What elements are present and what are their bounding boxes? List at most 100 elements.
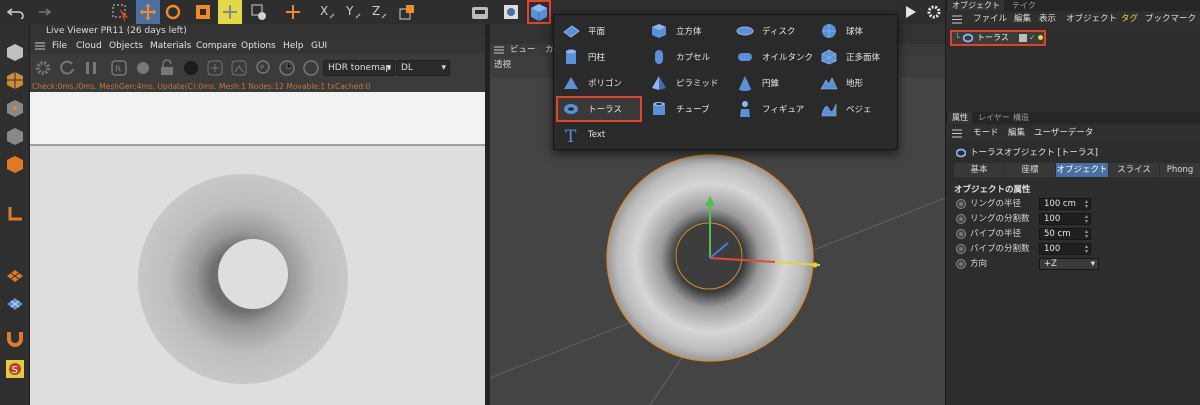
pipe-segments-field[interactable]: 100 ▴ ▾ xyxy=(1039,243,1091,255)
orientation-select[interactable]: +Z ▾ xyxy=(1039,258,1099,270)
om-menu-tags[interactable]: タグ xyxy=(1121,12,1138,27)
live-viewer-canvas[interactable] xyxy=(30,92,485,405)
om-menu-object[interactable]: オブジェクト xyxy=(1066,12,1117,27)
menu-item-tube[interactable]: チューブ xyxy=(644,96,728,122)
menu-gui[interactable]: GUI xyxy=(311,38,327,54)
am-menu-edit[interactable]: 編集 xyxy=(1008,126,1025,141)
edge-mode-icon[interactable] xyxy=(3,124,27,148)
point-mode-icon[interactable] xyxy=(3,96,27,120)
z-axis-lock-icon[interactable]: Z xyxy=(368,0,392,24)
texture-icon[interactable] xyxy=(230,59,248,77)
subtab-object[interactable]: オブジェクト xyxy=(1056,163,1108,177)
tab-takes[interactable]: テイク xyxy=(1008,0,1040,11)
lock-icon[interactable] xyxy=(158,59,176,77)
checkmark-icon[interactable]: ✓ xyxy=(1029,31,1036,45)
menu-item-capsule[interactable]: カプセル xyxy=(644,44,728,70)
tab-attributes[interactable]: 属性 xyxy=(948,112,972,124)
tab-objects[interactable]: オブジェクト xyxy=(948,0,1004,11)
menu-item-polygon[interactable]: ポリゴン xyxy=(556,70,640,96)
visibility-dot-icon[interactable] xyxy=(1038,35,1043,40)
hamburger-icon[interactable] xyxy=(494,46,504,54)
animate-dot-icon[interactable] xyxy=(956,259,966,269)
tab-layers[interactable]: レイヤー xyxy=(974,112,1014,124)
menu-item-torus[interactable]: トーラス xyxy=(556,96,642,122)
cube-object-icon[interactable] xyxy=(527,0,551,24)
make-editable-icon[interactable] xyxy=(3,40,27,64)
menu-item-bezier[interactable]: ベジェ xyxy=(814,96,896,122)
render-view-icon[interactable] xyxy=(499,0,523,24)
grid-snap-icon[interactable] xyxy=(3,262,27,286)
sun-icon[interactable] xyxy=(134,59,152,77)
move-icon[interactable] xyxy=(136,0,160,24)
ring-radius-field[interactable]: 100 cm ▴ ▾ xyxy=(1039,198,1091,210)
subtab-basic[interactable]: 基本 xyxy=(954,163,1004,177)
menu-materials[interactable]: Materials xyxy=(150,38,191,54)
settings-gear-icon[interactable] xyxy=(34,59,52,77)
add-icon[interactable] xyxy=(206,59,224,77)
menu-help[interactable]: Help xyxy=(283,38,304,54)
render-icon[interactable] xyxy=(898,0,922,24)
workplane-icon[interactable] xyxy=(3,202,27,226)
menu-item-sphere[interactable]: 球体 xyxy=(814,18,896,44)
layer-icon[interactable] xyxy=(1019,34,1027,42)
am-menu-userdata[interactable]: ユーザーデータ xyxy=(1034,126,1093,141)
model-mode-icon[interactable] xyxy=(3,68,27,92)
menu-item-pyramid[interactable]: ピラミッド xyxy=(644,70,728,96)
om-menu-view[interactable]: 表示 xyxy=(1039,12,1056,27)
menu-objects[interactable]: Objects xyxy=(109,38,143,54)
hamburger-icon[interactable] xyxy=(952,129,962,138)
subtab-slice[interactable]: スライス xyxy=(1109,163,1159,177)
menu-item-oil-tank[interactable]: オイルタンク xyxy=(730,44,814,70)
object-row-torus[interactable]: └ トーラス ✓ xyxy=(950,30,1046,46)
undo-icon[interactable] xyxy=(4,0,28,24)
clock-icon[interactable] xyxy=(278,59,296,77)
menu-item-cylinder[interactable]: 円柱 xyxy=(556,44,640,70)
x-axis-lock-icon[interactable]: X xyxy=(316,0,340,24)
camera-icon[interactable] xyxy=(302,59,320,77)
select-icon[interactable] xyxy=(108,0,132,24)
ring-segments-field[interactable]: 100 ▴ ▾ xyxy=(1039,213,1091,225)
pipe-radius-field[interactable]: 50 cm ▴ ▾ xyxy=(1039,228,1091,240)
pause-icon[interactable] xyxy=(82,59,100,77)
om-menu-edit[interactable]: 編集 xyxy=(1014,12,1031,27)
animate-dot-icon[interactable] xyxy=(956,244,966,254)
tab-structure[interactable]: 構造 xyxy=(1009,112,1033,124)
menu-item-cube[interactable]: 立方体 xyxy=(644,18,728,44)
material-ball-icon[interactable] xyxy=(182,59,200,77)
om-menu-file[interactable]: ファイル xyxy=(973,12,1007,27)
render-mode-select[interactable]: DL ▾ xyxy=(396,60,450,76)
menu-options[interactable]: Options xyxy=(241,38,276,54)
menu-item-plane[interactable]: 平面 xyxy=(556,18,640,44)
tonemap-select[interactable]: HDR tonemap ▾ xyxy=(323,60,395,76)
render-region-icon[interactable] xyxy=(468,0,492,24)
rotate-icon[interactable] xyxy=(161,0,185,24)
animate-dot-icon[interactable] xyxy=(956,229,966,239)
animate-dot-icon[interactable] xyxy=(956,214,966,224)
hamburger-icon[interactable] xyxy=(952,15,962,24)
region-render-icon[interactable]: R xyxy=(110,59,128,77)
magnet-icon[interactable] xyxy=(3,326,27,350)
render-settings-icon[interactable] xyxy=(922,0,946,24)
hamburger-icon[interactable] xyxy=(35,41,45,51)
menu-item-figure[interactable]: フィギュア xyxy=(730,96,814,122)
redo-icon[interactable] xyxy=(30,0,54,24)
coordinate-icon[interactable] xyxy=(281,0,305,24)
menu-item-disc[interactable]: ディスク xyxy=(730,18,814,44)
menu-item-text[interactable]: T Text xyxy=(556,122,640,148)
y-axis-lock-icon[interactable]: Y xyxy=(342,0,366,24)
refresh-icon[interactable] xyxy=(58,59,76,77)
om-menu-bookmarks[interactable]: ブックマーク xyxy=(1145,12,1196,27)
am-menu-mode[interactable]: モード xyxy=(973,126,999,141)
menu-item-landscape[interactable]: 地形 xyxy=(814,70,896,96)
recent-tool-icon[interactable] xyxy=(247,0,271,24)
menu-file[interactable]: File xyxy=(52,38,67,54)
world-coordinate-icon[interactable] xyxy=(395,0,419,24)
menu-item-platonic[interactable]: 正多面体 xyxy=(814,44,896,70)
mesh-grid-icon[interactable] xyxy=(3,290,27,314)
viewport-menu-view[interactable]: ビュー xyxy=(510,44,536,56)
live-select-icon[interactable] xyxy=(218,0,242,24)
menu-cloud[interactable]: Cloud xyxy=(76,38,102,54)
snap-toggle-icon[interactable]: S xyxy=(3,357,27,381)
menu-item-cone[interactable]: 円錐 xyxy=(730,70,814,96)
pin-icon[interactable]: P xyxy=(254,59,272,77)
